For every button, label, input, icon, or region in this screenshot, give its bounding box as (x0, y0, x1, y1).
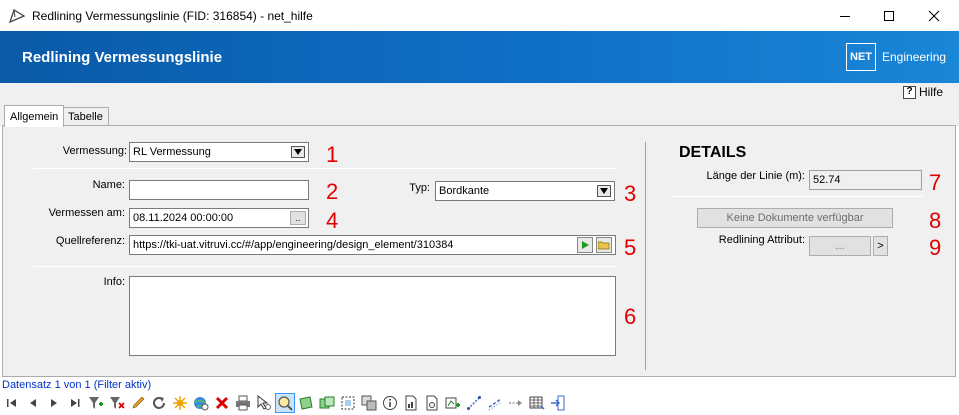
last-record-icon[interactable] (65, 393, 85, 413)
tab-tabelle[interactable]: Tabelle (62, 107, 109, 126)
separator-top (33, 168, 616, 169)
marker-5: 5 (624, 235, 637, 260)
shape-green-icon[interactable] (296, 393, 316, 413)
vermessung-label: Vermessung: (62, 145, 127, 157)
select-cursor-icon[interactable] (254, 393, 274, 413)
help-question-icon: ? (903, 85, 916, 99)
close-button[interactable] (911, 0, 957, 31)
typ-value: Bordkante (439, 185, 490, 197)
delete-icon[interactable] (212, 393, 232, 413)
typ-select[interactable]: Bordkante (435, 181, 615, 201)
print-icon[interactable] (233, 393, 253, 413)
logo-box: NET (846, 43, 876, 71)
chevron-down-icon (291, 146, 305, 158)
filter-add-icon[interactable] (86, 393, 106, 413)
line-tool-icon[interactable] (464, 393, 484, 413)
browse-folder-button[interactable] (596, 237, 612, 253)
quellreferenz-input[interactable]: https://tki-uat.vitruvi.cc/#/app/enginee… (129, 235, 616, 255)
marker-9: 9 (929, 235, 942, 260)
tab-allgemein[interactable]: Allgemein (4, 105, 65, 127)
vermessung-value: RL Vermessung (133, 146, 211, 158)
tab-strip: Allgemein Tabelle (0, 105, 959, 127)
separator-middle (33, 266, 616, 267)
table-icon[interactable] (527, 393, 547, 413)
logo-text: Engineering (882, 50, 947, 64)
edit-pencil-icon[interactable] (128, 393, 148, 413)
quellreferenz-value: https://tki-uat.vitruvi.cc/#/app/enginee… (133, 239, 454, 251)
report-icon[interactable] (401, 393, 421, 413)
vermessen-am-value: 08.11.2024 00:00:00 (133, 212, 234, 224)
maximize-button[interactable] (866, 0, 912, 31)
play-icon (582, 241, 589, 249)
window-title: Redlining Vermessungslinie (FID: 316854)… (32, 9, 313, 23)
prev-record-icon[interactable] (23, 393, 43, 413)
documents-button[interactable]: Keine Dokumente verfügbar (697, 208, 893, 228)
add-feature-icon[interactable] (443, 393, 463, 413)
record-status: Datensatz 1 von 1 (Filter aktiv) (2, 379, 152, 391)
info-label: Info: (103, 276, 125, 288)
name-input[interactable] (129, 180, 309, 200)
chevron-down-icon (597, 185, 611, 197)
form-panel: Vermessung: RL Vermessung 1 Name: 2 Typ:… (2, 125, 956, 377)
next-record-icon[interactable] (44, 393, 64, 413)
company-logo: NET Engineering (846, 43, 946, 71)
zoom-to-icon[interactable] (275, 393, 295, 413)
window-titlebar: Redlining Vermessungslinie (FID: 316854)… (0, 0, 959, 31)
vermessen-am-input[interactable]: 08.11.2024 00:00:00 .. (129, 208, 309, 228)
help-button[interactable]: ? Hilfe (903, 85, 943, 99)
vermessen-am-label: Vermessen am: (48, 207, 125, 219)
marker-3: 3 (624, 181, 637, 206)
open-link-button[interactable] (577, 237, 593, 253)
info-icon[interactable] (380, 393, 400, 413)
attribut-button[interactable]: ... (809, 236, 871, 256)
filter-remove-icon[interactable] (107, 393, 127, 413)
copy-shape-icon[interactable] (359, 393, 379, 413)
marker-8: 8 (929, 208, 942, 233)
laenge-label: Länge der Linie (m): (706, 170, 805, 182)
folder-icon (598, 241, 610, 250)
shape-multi-icon[interactable] (317, 393, 337, 413)
typ-label: Typ: (409, 182, 430, 194)
move-arrow-icon[interactable] (506, 393, 526, 413)
laenge-value: 52.74 (809, 170, 922, 190)
attribut-next-button[interactable]: > (873, 236, 888, 256)
highlight-star-icon[interactable] (170, 393, 190, 413)
minimize-button[interactable] (822, 0, 868, 31)
document-icon[interactable] (422, 393, 442, 413)
bottom-toolbar (2, 392, 957, 414)
marker-4: 4 (326, 208, 339, 233)
help-row: ? Hilfe (0, 83, 959, 105)
form-title: Redlining Vermessungslinie (22, 49, 223, 66)
vertical-divider (645, 142, 646, 370)
info-textarea[interactable] (129, 276, 616, 356)
refresh-icon[interactable] (149, 393, 169, 413)
date-picker-button[interactable]: .. (290, 211, 306, 225)
details-heading: DETAILS (679, 144, 747, 161)
select-rect-icon[interactable] (338, 393, 358, 413)
quellreferenz-label: Quellreferenz: (55, 235, 125, 247)
globe-link-icon[interactable] (191, 393, 211, 413)
marker-2: 2 (326, 179, 339, 204)
app-icon (8, 8, 26, 27)
vermessung-select[interactable]: RL Vermessung (129, 142, 309, 162)
separator-details (672, 196, 924, 197)
help-label: Hilfe (919, 85, 944, 99)
attribut-label: Redlining Attribut: (718, 234, 805, 246)
name-label: Name: (92, 179, 125, 191)
marker-7: 7 (929, 170, 942, 195)
line-dash-icon[interactable] (485, 393, 505, 413)
exit-icon[interactable] (548, 393, 568, 413)
first-record-icon[interactable] (2, 393, 22, 413)
form-header: Redlining Vermessungslinie NET Engineeri… (0, 31, 959, 83)
marker-6: 6 (624, 304, 637, 329)
marker-1: 1 (326, 142, 339, 167)
